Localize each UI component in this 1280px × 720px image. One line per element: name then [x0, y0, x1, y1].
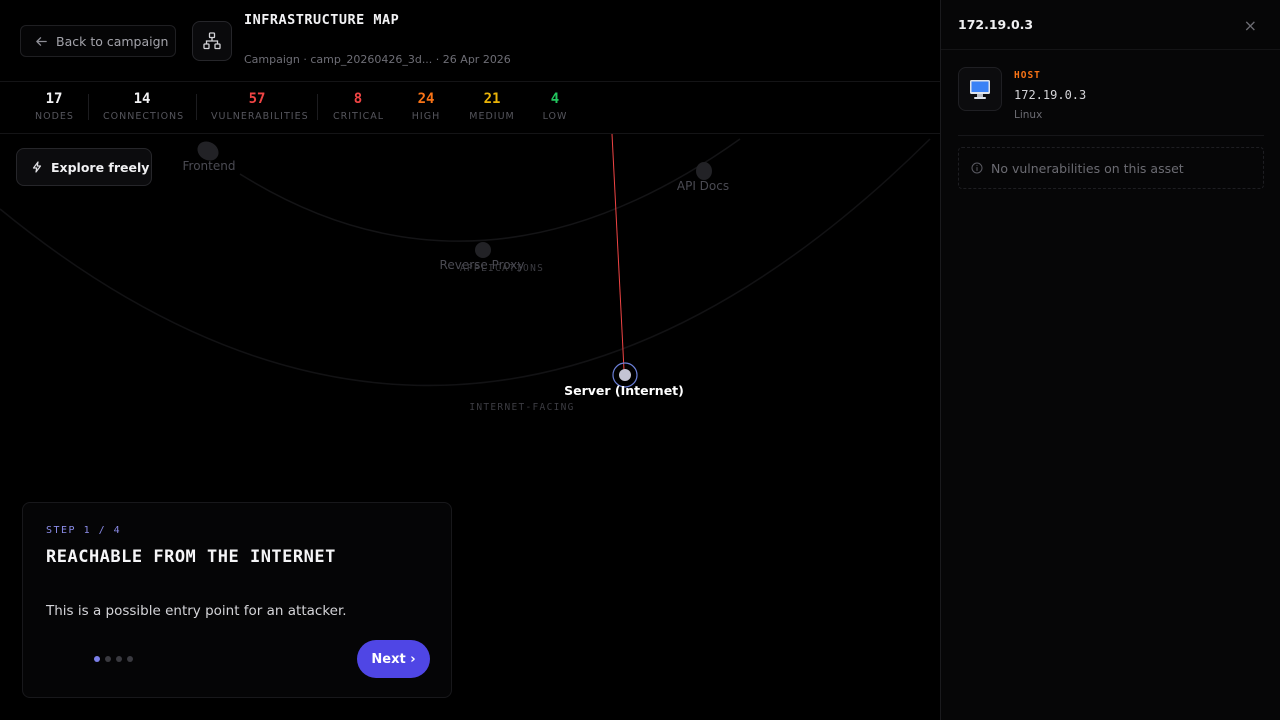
tour-card: STEP 1 / 4 REACHABLE FROM THE INTERNET T… — [22, 502, 452, 698]
stat-divider — [88, 94, 89, 120]
node-label-selected: Server (Internet) — [564, 383, 684, 398]
stat-high: 24 HIGH — [407, 90, 445, 122]
asset-icon-box — [958, 67, 1002, 111]
tour-step-indicator: STEP 1 / 4 — [46, 525, 122, 536]
back-to-campaign-button[interactable]: Back to campaign — [20, 25, 176, 57]
no-vulnerabilities-text: No vulnerabilities on this asset — [991, 160, 1184, 176]
asset-type-label: HOST — [1014, 70, 1041, 81]
panel-divider — [958, 135, 1264, 136]
group-label-applications: APPLICATIONS — [459, 263, 545, 274]
sitemap-icon — [203, 32, 221, 50]
node-label-api-docs: API Docs — [676, 179, 730, 193]
tour-dot[interactable] — [105, 656, 111, 662]
node-label-frontend: Frontend — [182, 159, 236, 173]
stat-value: 24 — [417, 91, 435, 107]
tour-body: This is a possible entry point for an at… — [46, 603, 347, 619]
stat-label: NODES — [35, 111, 74, 122]
next-button[interactable]: Next › — [357, 640, 430, 678]
attack-path-edge — [611, 134, 625, 371]
stat-label: MEDIUM — [469, 111, 515, 122]
main-area: Back to campaign INFRASTRUCTURE MAP Camp… — [0, 0, 940, 720]
stat-value: 4 — [550, 91, 560, 107]
close-icon[interactable]: × — [1244, 16, 1257, 35]
stat-value: 14 — [133, 91, 151, 107]
stats-bar: 17 NODES 14 CONNECTIONS 57 VULNERABILITI… — [0, 82, 940, 134]
network-map-icon-button[interactable] — [192, 21, 232, 61]
stat-value: 8 — [353, 91, 363, 107]
asset-os: Linux — [1014, 109, 1043, 121]
campaign-subtitle: Campaign · camp_20260426_3d... · 26 Apr … — [244, 53, 511, 66]
stat-connections: 14 CONNECTIONS — [103, 90, 185, 122]
panel-title: 172.19.0.3 — [958, 17, 1034, 32]
header: Back to campaign INFRASTRUCTURE MAP Camp… — [0, 0, 940, 82]
stat-label: HIGH — [411, 111, 441, 122]
stat-divider — [317, 94, 318, 120]
tour-title: REACHABLE FROM THE INTERNET — [46, 547, 336, 567]
arrow-left-icon — [36, 36, 47, 46]
group-label-internet-facing: INTERNET-FACING — [469, 402, 575, 413]
no-vulnerabilities-notice: No vulnerabilities on this asset — [958, 147, 1264, 189]
stat-low: 4 LOW — [538, 90, 572, 122]
tour-dot[interactable] — [127, 656, 133, 662]
stat-divider — [196, 94, 197, 120]
page-title: INFRASTRUCTURE MAP — [244, 12, 400, 28]
explore-label: Explore freely — [51, 159, 150, 175]
tour-dot[interactable] — [116, 656, 122, 662]
lightning-icon — [32, 161, 42, 173]
tour-progress-dots — [94, 656, 133, 662]
computer-monitor-icon — [970, 80, 990, 99]
stat-label: CONNECTIONS — [103, 111, 185, 122]
stat-medium: 21 MEDIUM — [469, 90, 515, 122]
asset-ip: 172.19.0.3 — [1014, 88, 1087, 102]
back-label: Back to campaign — [56, 33, 169, 49]
stat-vulnerabilities: 57 VULNERABILITIES — [211, 90, 309, 122]
group-ring-applications — [239, 138, 741, 242]
panel-header: 172.19.0.3 × — [941, 0, 1280, 50]
explore-freely-button[interactable]: Explore freely — [16, 148, 152, 186]
stat-label: LOW — [542, 111, 568, 122]
stat-label: VULNERABILITIES — [211, 111, 309, 122]
info-icon — [971, 162, 983, 174]
stat-value: 17 — [45, 91, 63, 107]
stat-label: CRITICAL — [333, 111, 385, 122]
asset-detail-panel: 172.19.0.3 × HOST 172.19.0.3 Linux No vu… — [940, 0, 1280, 720]
tour-dot[interactable] — [94, 656, 100, 662]
stat-value: 57 — [248, 91, 266, 107]
stat-nodes: 17 NODES — [35, 90, 73, 122]
node-server-internet[interactable] — [619, 369, 631, 381]
stat-critical: 8 CRITICAL — [333, 90, 383, 122]
stat-value: 21 — [483, 91, 501, 107]
node-api-docs[interactable] — [696, 162, 712, 180]
node-reverse-proxy[interactable] — [475, 242, 491, 258]
